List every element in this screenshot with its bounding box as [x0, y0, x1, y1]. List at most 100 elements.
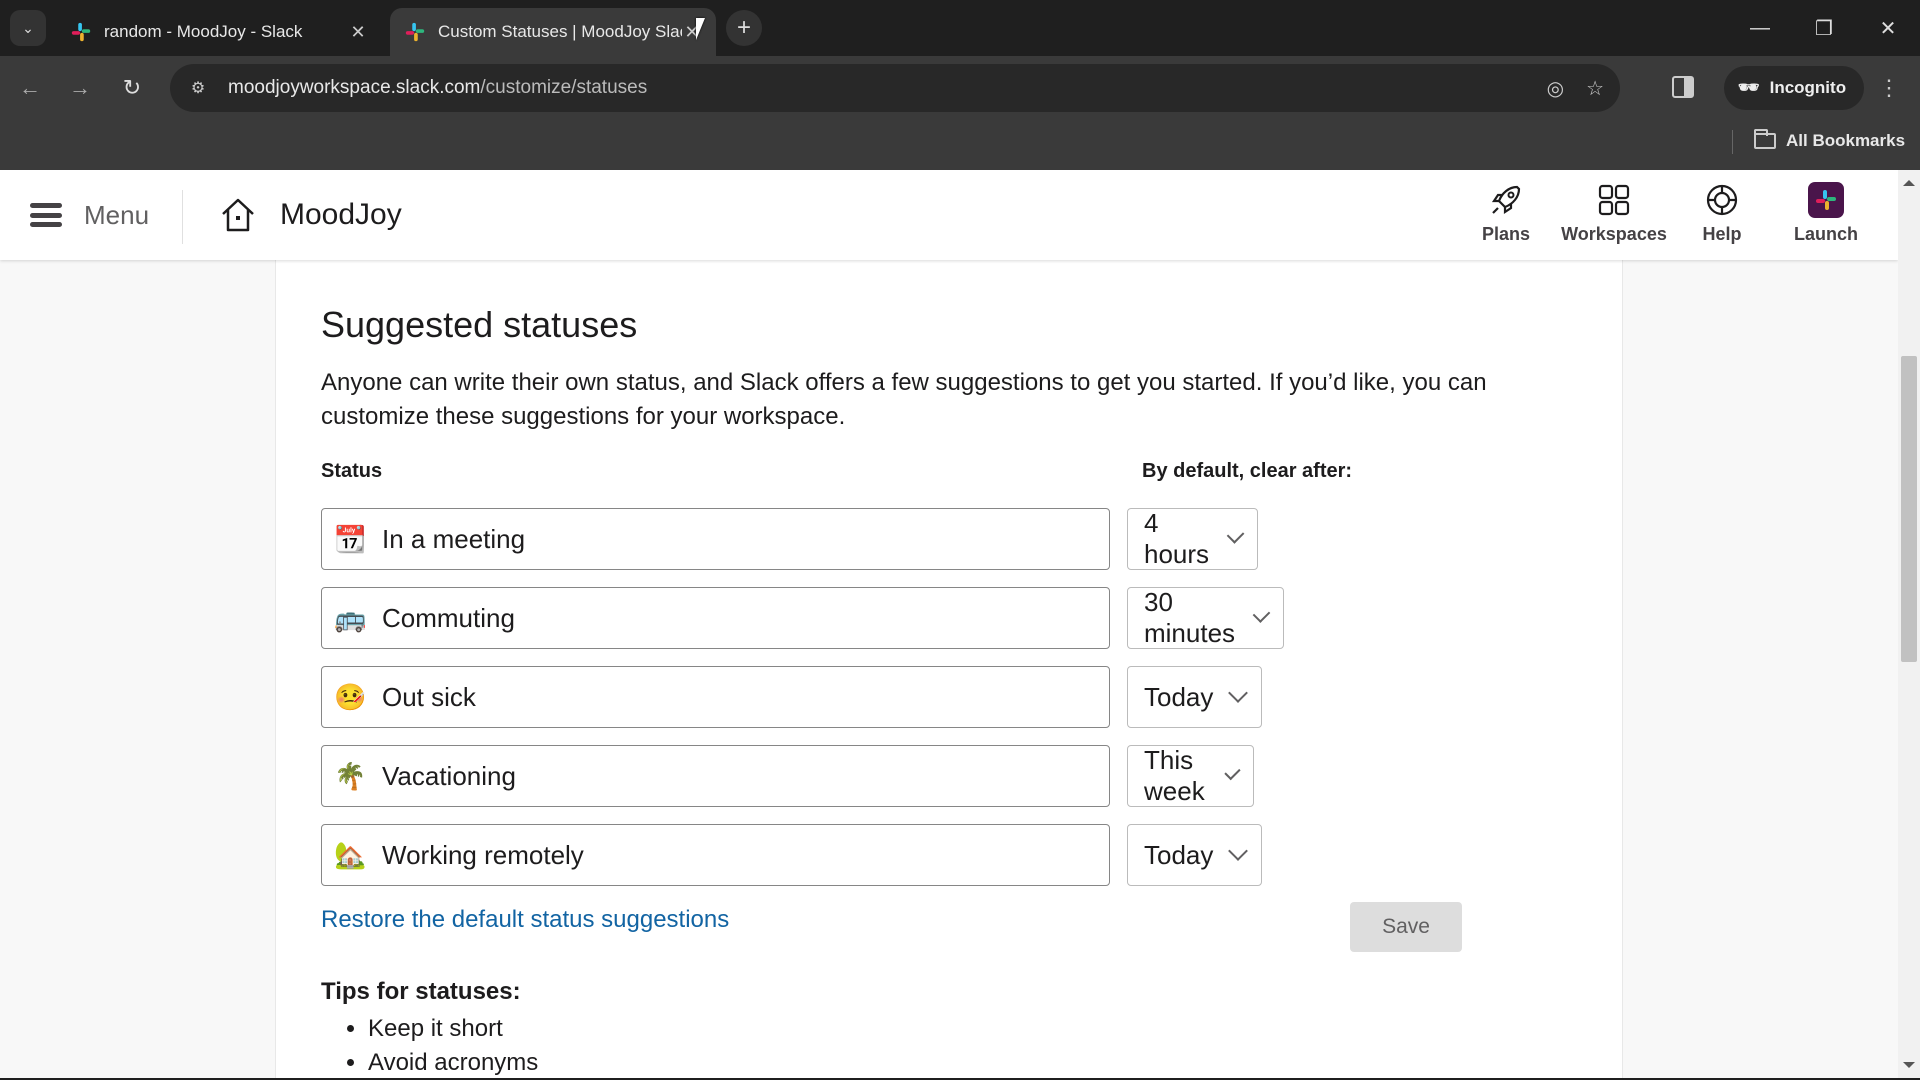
browser-tab-custom-statuses[interactable]: Custom Statuses | MoodJoy Slack ✕	[390, 8, 716, 56]
nav-help[interactable]: Help	[1670, 182, 1774, 245]
slack-favicon-icon	[71, 22, 91, 42]
slack-logo-icon	[1808, 182, 1844, 218]
header-nav: Plans Workspaces Help Launch	[1454, 182, 1898, 245]
clear-after-value: 30 minutes	[1144, 587, 1236, 648]
page-description: Anyone can write their own status, and S…	[321, 369, 1487, 430]
nav-label: Workspaces	[1561, 224, 1667, 244]
grid-icon	[1596, 182, 1632, 218]
chevron-down-icon	[1252, 605, 1271, 623]
nav-label: Launch	[1793, 224, 1858, 244]
chevron-down-icon	[1228, 683, 1249, 703]
close-tab-icon[interactable]: ✕	[348, 22, 368, 43]
tips-list: Keep it short Avoid acronyms	[368, 1012, 538, 1078]
nav-workspaces[interactable]: Workspaces	[1558, 182, 1670, 245]
sick-face-icon[interactable]: 🤒	[334, 681, 366, 713]
clear-after-value: Today	[1144, 681, 1214, 712]
page-viewport: Menu MoodJoy Plans Workspaces Help Launc…	[0, 170, 1898, 1078]
arrow-left-icon: ←	[19, 75, 41, 100]
chevron-down-icon	[1224, 763, 1241, 781]
palm-tree-icon[interactable]: 🌴	[334, 760, 366, 792]
hamburger-icon	[30, 203, 62, 227]
plus-icon: +	[736, 14, 751, 41]
tab-search-button[interactable]: ⌄	[10, 10, 46, 46]
menu-label: Menu	[84, 199, 150, 230]
incognito-label: Incognito	[1769, 78, 1847, 97]
page-scrollbar[interactable]	[1898, 170, 1920, 1078]
chevron-down-icon	[1228, 841, 1249, 861]
browser-tab-bar: ⌄ random - MoodJoy - Slack ✕ Custom Stat…	[0, 0, 1920, 56]
status-input[interactable]: 🏡 Working remotely	[321, 824, 1110, 886]
back-button[interactable]: ←	[12, 70, 48, 106]
status-text: Vacationing	[382, 760, 516, 791]
mouse-cursor	[696, 18, 705, 40]
status-text: In a meeting	[382, 523, 526, 554]
minimize-icon: —	[1750, 16, 1770, 39]
nav-label: Plans	[1481, 224, 1531, 244]
bookmark-star-icon[interactable]: ☆	[1586, 76, 1604, 101]
tips-title: Tips for statuses:	[321, 978, 521, 1005]
page-title: Suggested statuses	[321, 304, 638, 345]
clear-after-value: Today	[1144, 839, 1214, 870]
all-bookmarks-label: All Bookmarks	[1786, 131, 1906, 150]
status-text: Commuting	[382, 602, 515, 633]
site-header: Menu MoodJoy Plans Workspaces Help Launc…	[0, 170, 1898, 260]
status-input[interactable]: 🚌 Commuting	[321, 587, 1110, 649]
tab-title: Custom Statuses | MoodJoy Slack	[438, 22, 682, 41]
bookmarks-divider	[1732, 130, 1733, 154]
clear-after-column-label: By default, clear after:	[1142, 460, 1353, 482]
eye-off-icon[interactable]: ◎	[1547, 76, 1564, 101]
workspace-name: MoodJoy	[280, 198, 402, 231]
url-text: moodjoyworkspace.slack.com/customize/sta…	[228, 77, 647, 99]
header-divider	[182, 190, 183, 244]
clear-after-select[interactable]: Today	[1127, 666, 1263, 728]
browser-tab-random[interactable]: random - MoodJoy - Slack ✕	[56, 8, 382, 56]
nav-label: Help	[1702, 224, 1742, 244]
scroll-down-arrow-icon[interactable]	[1903, 1062, 1915, 1068]
chevron-down-icon: ⌄	[22, 19, 34, 36]
all-bookmarks-button[interactable]: All Bookmarks	[1754, 124, 1905, 158]
menu-button[interactable]: Menu	[30, 194, 149, 236]
clear-after-select[interactable]: This week	[1127, 745, 1254, 807]
status-input[interactable]: 📆 In a meeting	[321, 508, 1110, 570]
tip-item: Keep it short	[368, 1012, 538, 1046]
reload-button[interactable]: ↻	[114, 70, 150, 106]
status-input[interactable]: 🌴 Vacationing	[321, 745, 1110, 807]
calendar-icon[interactable]: 📆	[334, 523, 366, 555]
reload-icon: ↻	[122, 75, 142, 100]
restore-button[interactable]: ❐	[1792, 0, 1856, 56]
tip-item: Avoid acronyms	[368, 1046, 538, 1078]
more-vertical-icon: ⋮	[1878, 75, 1900, 100]
nav-launch[interactable]: Launch	[1774, 182, 1878, 245]
restore-defaults-link[interactable]: Restore the default status suggestions	[321, 906, 729, 934]
side-panel-icon[interactable]	[1672, 76, 1694, 98]
close-window-button[interactable]: ✕	[1856, 0, 1920, 56]
workspace-home-link[interactable]: MoodJoy	[218, 194, 402, 236]
nav-plans[interactable]: Plans	[1454, 182, 1558, 245]
url-path: /customize/statuses	[480, 77, 648, 98]
clear-after-select[interactable]: Today	[1127, 824, 1263, 886]
new-tab-button[interactable]: +	[726, 10, 762, 46]
restore-icon: ❐	[1815, 17, 1833, 40]
scroll-up-arrow-icon[interactable]	[1903, 180, 1915, 186]
bus-icon[interactable]: 🚌	[334, 602, 366, 634]
forward-button[interactable]: →	[62, 70, 98, 106]
status-input[interactable]: 🤒 Out sick	[321, 666, 1110, 728]
rocket-icon	[1488, 182, 1524, 218]
status-text: Out sick	[382, 681, 476, 712]
site-info-icon[interactable]: ⚙	[182, 78, 214, 98]
address-bar[interactable]: ⚙ moodjoyworkspace.slack.com/customize/s…	[170, 64, 1620, 112]
incognito-profile-button[interactable]: 🕶 Incognito	[1724, 66, 1865, 110]
minimize-button[interactable]: —	[1728, 0, 1792, 56]
house-icon[interactable]: 🏡	[334, 839, 366, 871]
clear-after-value: 4 hours	[1144, 508, 1210, 569]
scrollbar-thumb[interactable]	[1901, 356, 1917, 662]
url-host: moodjoyworkspace.slack.com	[228, 77, 481, 98]
incognito-icon: 🕶	[1738, 78, 1760, 97]
clear-after-select[interactable]: 30 minutes	[1127, 587, 1285, 649]
browser-menu-button[interactable]: ⋮	[1876, 70, 1902, 106]
close-icon: ✕	[1879, 17, 1897, 40]
save-button[interactable]: Save	[1350, 902, 1462, 952]
clear-after-select[interactable]: 4 hours	[1127, 508, 1259, 570]
chevron-down-icon	[1226, 526, 1245, 544]
status-text: Working remotely	[382, 839, 584, 870]
